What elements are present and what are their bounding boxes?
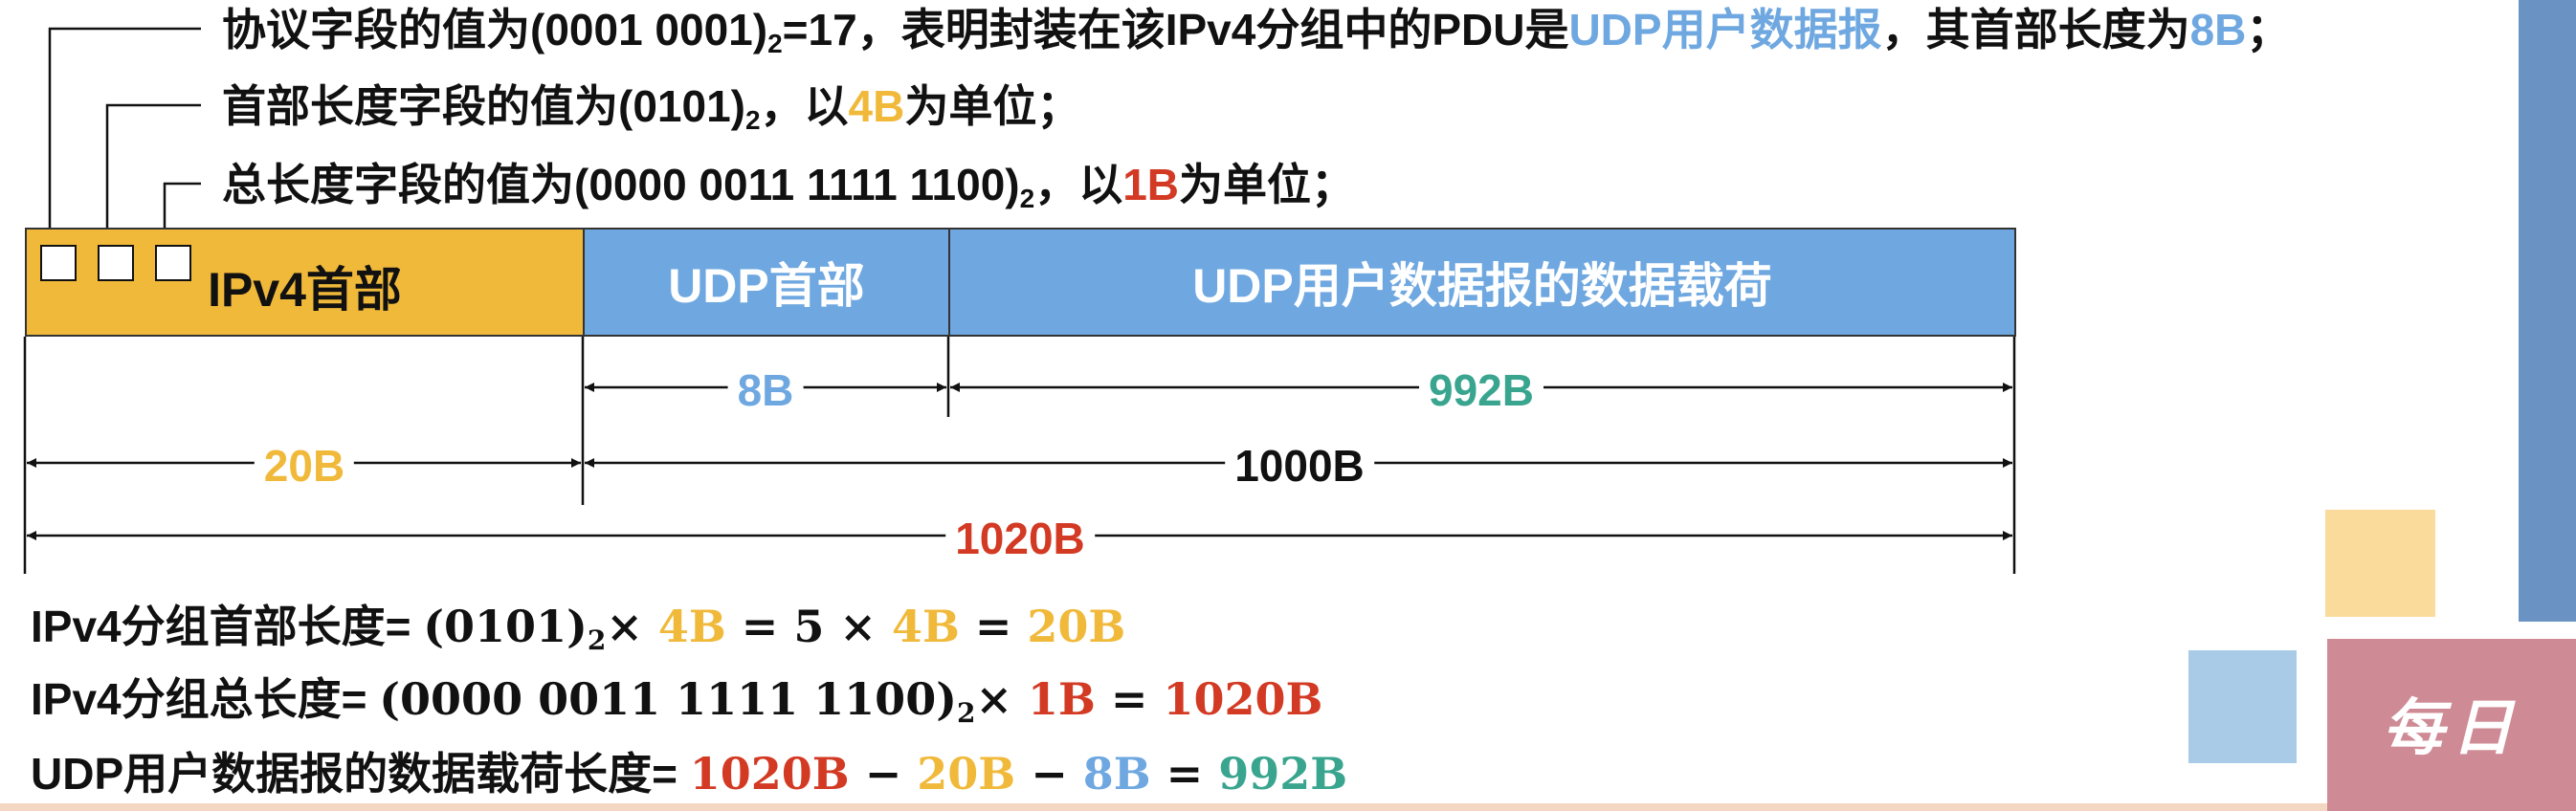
formula-label: UDP用户数据报的数据载荷长度= (31, 749, 677, 799)
formula-term: 20B (917, 748, 1016, 800)
highlight-udp: UDP用户数据报 (1568, 5, 1882, 55)
annotation-protocol: 协议字段的值为(0001 0001)2=17，表明封装在该IPv4分组中的PDU… (222, 8, 2290, 57)
formula-total-length: IPv4分组总长度= (0000 0011 1111 1100)2× 1B = … (31, 677, 1322, 727)
field-box-protocol (40, 245, 77, 281)
formula-op: = 5 × (741, 601, 877, 652)
subscript: 2 (1019, 184, 1035, 213)
highlight-1b: 1B (1122, 160, 1180, 209)
annotation-total-length: 总长度字段的值为(0000 0011 1111 1100)2，以1B为单位； (222, 163, 1355, 212)
formula-op: − (1031, 748, 1068, 800)
annotation-text: ，其首部长度为 (1881, 5, 2190, 55)
formula-term: 1020B (1163, 673, 1323, 725)
formula-term: 4B (657, 601, 726, 652)
formula-term: 1020B (689, 748, 850, 800)
ipv4-header-label: IPv4首部 (208, 263, 402, 317)
dim-label-1000b: 1000B (1225, 444, 1374, 488)
dim-label-8b: 8B (727, 368, 804, 412)
highlight-4b: 4B (848, 81, 905, 131)
annotation-text: ； (2246, 5, 2291, 55)
daily-badge-text: 每日 (2383, 692, 2520, 764)
decor-yellow-square (2325, 510, 2435, 617)
leader-line-protocol (48, 27, 201, 247)
ipv4-header-segment: IPv4首部 (25, 228, 585, 337)
formula-term: (0101) (423, 601, 588, 652)
field-box-total-length (155, 245, 191, 281)
decor-blue-bar (2519, 0, 2576, 622)
formula-payload-length: UDP用户数据报的数据载荷长度= 1020B − 20B − 8B = 992B (31, 752, 1347, 796)
udp-payload-segment: UDP用户数据报的数据载荷 (948, 228, 2016, 337)
formula-term: (0000 0011 1111 1100) (379, 673, 957, 725)
formula-term: 8B (1082, 748, 1151, 800)
udp-payload-label: UDP用户数据报的数据载荷 (1192, 259, 1772, 313)
formula-header-length: IPv4分组首部长度= (0101)2× 4B = 5 × 4B = 20B (31, 604, 1125, 654)
subscript: 2 (744, 105, 761, 135)
annotation-text: =17，表明封装在该IPv4分组中的PDU是 (782, 5, 1569, 55)
formula-term: 992B (1218, 748, 1348, 800)
leader-line-header-len (105, 103, 201, 247)
formula-op: − (864, 748, 902, 800)
dim-label-992b: 992B (1419, 368, 1543, 412)
udp-header-label: UDP首部 (668, 259, 865, 313)
formula-label: IPv4分组首部长度= (31, 602, 411, 651)
decor-blue-square (2188, 650, 2297, 763)
annotation-text: 协议字段的值为(0001 0001) (222, 5, 768, 55)
formula-op: = (1166, 748, 1204, 800)
udp-header-segment: UDP首部 (583, 228, 950, 337)
formula-op: = (974, 601, 1012, 652)
annotation-text: ，以 (1034, 160, 1123, 209)
subscript: 2 (767, 29, 783, 58)
formula-term: 1B (1028, 673, 1096, 725)
formula-op: × (606, 601, 643, 652)
bottom-accent-line (0, 803, 2327, 811)
annotation-header-length: 首部长度字段的值为(0101)2，以4B为单位； (222, 84, 1080, 134)
annotation-text: 为单位； (904, 81, 1081, 131)
formula-label: IPv4分组总长度= (31, 674, 367, 724)
formula-op: = (1110, 673, 1148, 725)
annotation-text: 为单位； (1179, 160, 1356, 209)
dim-label-20b: 20B (254, 444, 355, 488)
formula-op: × (975, 673, 1012, 725)
annotation-text: ，以 (760, 81, 849, 131)
annotation-text: 首部长度字段的值为(0101) (222, 81, 745, 131)
subscript: 2 (587, 625, 607, 656)
daily-badge: 每日 (2327, 639, 2576, 811)
formula-term: 20B (1027, 601, 1126, 652)
annotation-text: 总长度字段的值为(0000 0011 1111 1100) (222, 160, 1020, 209)
subscript: 2 (956, 697, 976, 729)
field-box-header-length (98, 245, 134, 281)
dim-label-1020b: 1020B (945, 516, 1095, 560)
highlight-8b: 8B (2189, 5, 2247, 55)
formula-term: 4B (891, 601, 960, 652)
